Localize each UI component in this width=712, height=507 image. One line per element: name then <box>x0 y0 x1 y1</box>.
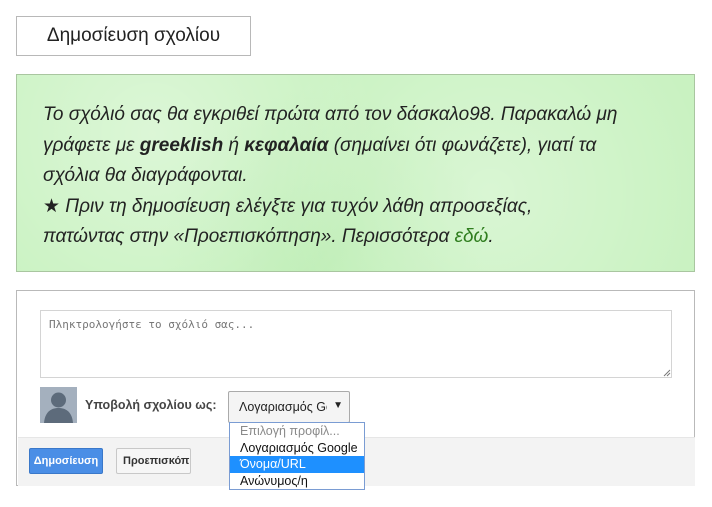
preview-button[interactable]: Προεπισκόπηση <box>116 448 191 474</box>
avatar-icon <box>40 387 77 423</box>
identity-select-value: Λογαριασμός Google <box>239 400 327 414</box>
notice-text: (σημαίνει ότι φωνάζετε), γιατί τα <box>328 134 597 156</box>
notice-line-4: ★ Πριν τη δημοσίευση ελέγξτε για τυχόν λ… <box>43 192 670 223</box>
identity-option-name-url[interactable]: Όνομα/URL <box>230 456 364 473</box>
notice-text: ★ Πριν τη δημοσίευση ελέγξτε για τυχόν λ… <box>43 195 533 217</box>
comment-policy-notice: Το σχόλιό σας θα εγκριθεί πρώτα από τον … <box>16 74 695 272</box>
more-info-link[interactable]: εδώ <box>455 226 489 247</box>
notice-text: ή <box>223 134 245 156</box>
notice-text: . <box>488 226 494 247</box>
notice-text: πατώντας στην «Προεπισκόπηση». Περισσότε… <box>43 226 455 247</box>
notice-line-5: πατώντας στην «Προεπισκόπηση». Περισσότε… <box>43 222 670 253</box>
comment-as-label: Υποβολή σχολίου ως: <box>85 398 217 412</box>
notice-text: σχόλια θα διαγράφονται. <box>43 165 248 186</box>
notice-text: Το σχόλιό σας θα εγκριθεί πρώτα από τον … <box>43 104 618 125</box>
identity-dropdown-list: Επιλογή προφίλ... Λογαριασμός Google Όνο… <box>229 422 365 490</box>
identity-option-anonymous[interactable]: Ανώνυμος/η <box>230 473 364 490</box>
notice-line-1: Το σχόλιό σας θα εγκριθεί πρώτα από τον … <box>43 100 670 131</box>
identity-select[interactable]: Λογαριασμός Google ▼ <box>228 391 350 423</box>
publish-button[interactable]: Δημοσίευση <box>29 448 103 474</box>
comment-textarea[interactable]: Πληκτρολογήστε το σχόλιό σας... <box>40 310 672 378</box>
identity-option-google-account[interactable]: Λογαριασμός Google <box>230 440 364 457</box>
resize-handle-icon[interactable] <box>663 369 671 377</box>
notice-emphasis-greeklish: greeklish <box>139 134 224 156</box>
notice-text: γράφετε με <box>43 134 140 156</box>
notice-line-2: γράφετε με greeklish ή κεφαλαία (σημαίνε… <box>43 131 670 162</box>
notice-line-3: σχόλια θα διαγράφονται. <box>43 161 670 192</box>
identity-option-choose-profile: Επιλογή προφίλ... <box>240 424 340 438</box>
post-comment-button[interactable]: Δημοσίευση σχολίου <box>16 16 251 56</box>
dropdown-arrow-icon: ▼ <box>333 400 343 411</box>
notice-emphasis-capitals: κεφαλαία <box>244 134 329 156</box>
